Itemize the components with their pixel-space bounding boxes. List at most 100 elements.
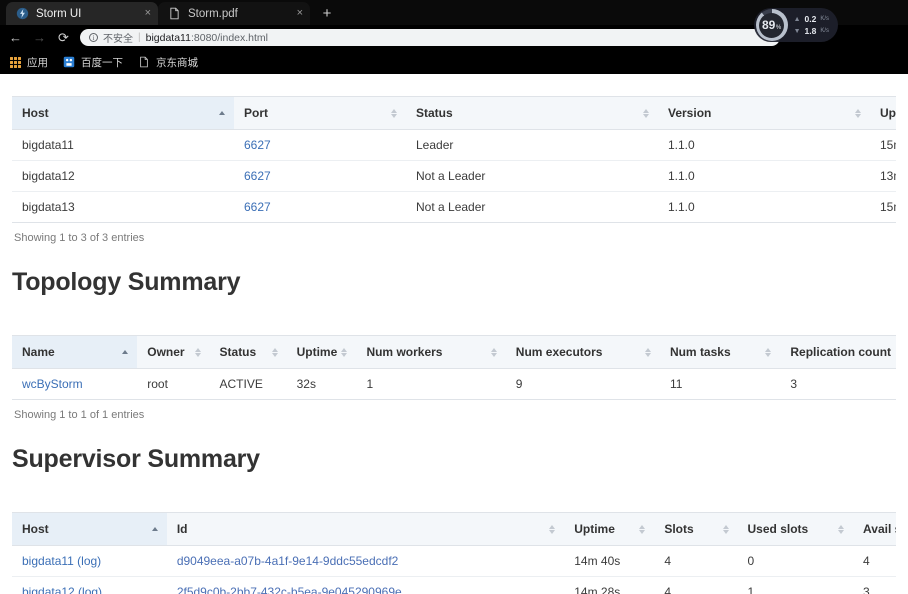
cell-uptime: 32s (286, 368, 357, 400)
column-header-avail-slots[interactable]: Avail slots (853, 512, 896, 546)
url-host: bigdata11 (145, 31, 191, 44)
cell-port: 6627 (234, 160, 406, 192)
cell-version: 1.1.0 (658, 129, 870, 161)
omnibox-separator: | (138, 32, 141, 43)
topology-summary-heading: Topology Summary (12, 268, 241, 296)
url-text: bigdata11:8080/index.html (146, 32, 268, 44)
column-label: Num workers (366, 345, 443, 359)
cell-status: Not a Leader (406, 160, 658, 192)
table-row: bigdata12 6627 Not a Leader 1.1.0 13m 56… (12, 160, 896, 192)
sort-both-icon (644, 347, 652, 357)
cluster-summary-table: Host Port Status Version Up bigdata11 66… (12, 96, 896, 223)
cell-version: 1.1.0 (658, 191, 870, 223)
info-circle-icon[interactable]: i (89, 33, 98, 42)
cell-id: d9049eea-a07b-4a1f-9e14-9ddc55edcdf2 (166, 545, 565, 577)
topology-name-link[interactable]: wcByStorm (22, 377, 83, 391)
port-link[interactable]: 6627 (244, 138, 271, 152)
sort-both-icon (271, 347, 279, 357)
port-link[interactable]: 6627 (244, 169, 271, 183)
column-header-replication-count[interactable]: Replication count (780, 335, 896, 369)
supervisor-host-link[interactable]: bigdata11 (log) (22, 554, 101, 568)
upload-rate-value: 0.2 (804, 14, 817, 24)
upload-rate-unit: K/s (820, 16, 829, 22)
column-header-port[interactable]: Port (234, 96, 406, 130)
cluster-table-showing-text: Showing 1 to 3 of 3 entries (14, 232, 145, 244)
cell-status: ACTIVE (209, 368, 287, 400)
column-label: Owner (147, 345, 185, 359)
cell-port: 6627 (234, 129, 406, 161)
supervisor-host-link[interactable]: bigdata12 (log) (22, 585, 102, 594)
tab-close-icon[interactable]: × (297, 8, 303, 19)
column-label: Slots (664, 522, 694, 536)
forward-icon[interactable]: → (32, 30, 47, 45)
cell-num-workers: 1 (356, 368, 506, 400)
cell-id: 2f5d9c0b-2bb7-432c-b5ea-9e045290969e (166, 576, 565, 594)
topology-table-wrapper: Name Owner Status Uptime Num workers Num… (12, 335, 896, 400)
tab-title: Storm.pdf (188, 7, 238, 20)
column-header-host[interactable]: Host (12, 512, 167, 546)
supervisor-id-link[interactable]: 2f5d9c0b-2bb7-432c-b5ea-9e045290969e (177, 585, 402, 594)
cell-num-executors: 9 (505, 368, 660, 400)
new-tab-button[interactable]: + (316, 2, 338, 24)
cluster-table-wrapper: Host Port Status Version Up bigdata11 66… (12, 96, 896, 223)
sort-both-icon (837, 524, 845, 534)
table-header-row: Host Port Status Version Up (12, 96, 896, 130)
baidu-icon (63, 56, 75, 68)
security-status-text: 不安全 (103, 34, 133, 45)
column-header-uptime[interactable]: Uptime (286, 335, 357, 369)
sort-both-icon (642, 108, 650, 118)
table-header-row: Name Owner Status Uptime Num workers Num… (12, 335, 896, 369)
cell-uptime: 14m 40s (564, 545, 655, 577)
column-header-num-workers[interactable]: Num workers (356, 335, 506, 369)
column-header-uptime[interactable]: Uptime (564, 512, 655, 546)
sort-both-icon (638, 524, 646, 534)
address-bar[interactable]: i 不安全 | bigdata11:8080/index.html (80, 29, 780, 46)
cell-replication-count: 3 (780, 368, 896, 400)
port-link[interactable]: 6627 (244, 200, 271, 214)
column-header-host[interactable]: Host (12, 96, 234, 130)
download-rate-value: 1.8 (804, 26, 817, 36)
bookmark-apps[interactable]: 应用 (10, 55, 48, 70)
table-row: bigdata11 6627 Leader 1.1.0 15m 21s (12, 129, 896, 161)
sort-both-icon (548, 524, 556, 534)
sort-both-icon (194, 347, 202, 357)
column-label: Port (244, 106, 268, 120)
column-header-num-tasks[interactable]: Num tasks (659, 335, 781, 369)
browser-tab-storm-pdf[interactable]: Storm.pdf × (158, 2, 310, 25)
column-header-status[interactable]: Status (406, 96, 658, 130)
column-header-num-executors[interactable]: Num executors (505, 335, 660, 369)
apps-grid-icon (10, 56, 21, 68)
bookmark-jd[interactable]: 京东商城 (138, 55, 198, 70)
back-icon[interactable]: ← (8, 30, 23, 45)
column-header-used-slots[interactable]: Used slots (737, 512, 854, 546)
cpu-gauge: 89% (755, 9, 788, 41)
tab-close-icon[interactable]: × (145, 8, 151, 19)
bookmark-label: 百度一下 (81, 56, 123, 69)
column-header-id[interactable]: Id (166, 512, 565, 546)
column-header-slots[interactable]: Slots (654, 512, 738, 546)
cell-owner: root (137, 368, 210, 400)
cell-host: bigdata13 (12, 191, 234, 223)
arrow-down-icon: ▼ (793, 27, 801, 35)
performance-overlay[interactable]: 89% ▲ 0.2 K/s ▼ 1.8 K/s (753, 8, 838, 42)
browser-tab-storm-ui[interactable]: Storm UI × (6, 2, 158, 25)
column-header-status[interactable]: Status (209, 335, 287, 369)
sort-both-icon (340, 347, 348, 357)
table-row: wcByStorm root ACTIVE 32s 1 9 11 3 832 (12, 368, 896, 400)
cell-uptime: 14m 28s (564, 576, 655, 594)
column-header-version[interactable]: Version (658, 96, 870, 130)
column-header-name[interactable]: Name (12, 335, 138, 369)
column-header-uptime[interactable]: UpTime seconds (870, 96, 896, 130)
cell-uptime: 13m 56s (870, 160, 896, 192)
reload-icon[interactable]: ⟳ (56, 30, 71, 45)
cell-num-tasks: 11 (659, 368, 781, 400)
page-file-icon (140, 56, 148, 68)
column-label: Num tasks (669, 345, 731, 359)
bookmark-baidu[interactable]: 百度一下 (63, 55, 123, 70)
cell-version: 1.1.0 (658, 160, 870, 192)
supervisor-summary-heading: Supervisor Summary (12, 445, 260, 473)
topology-table-showing-text: Showing 1 to 1 of 1 entries (14, 409, 145, 421)
column-header-owner[interactable]: Owner (137, 335, 210, 369)
supervisor-id-link[interactable]: d9049eea-a07b-4a1f-9e14-9ddc55edcdf2 (177, 554, 399, 568)
cpu-percent-number: 89 (761, 18, 776, 32)
